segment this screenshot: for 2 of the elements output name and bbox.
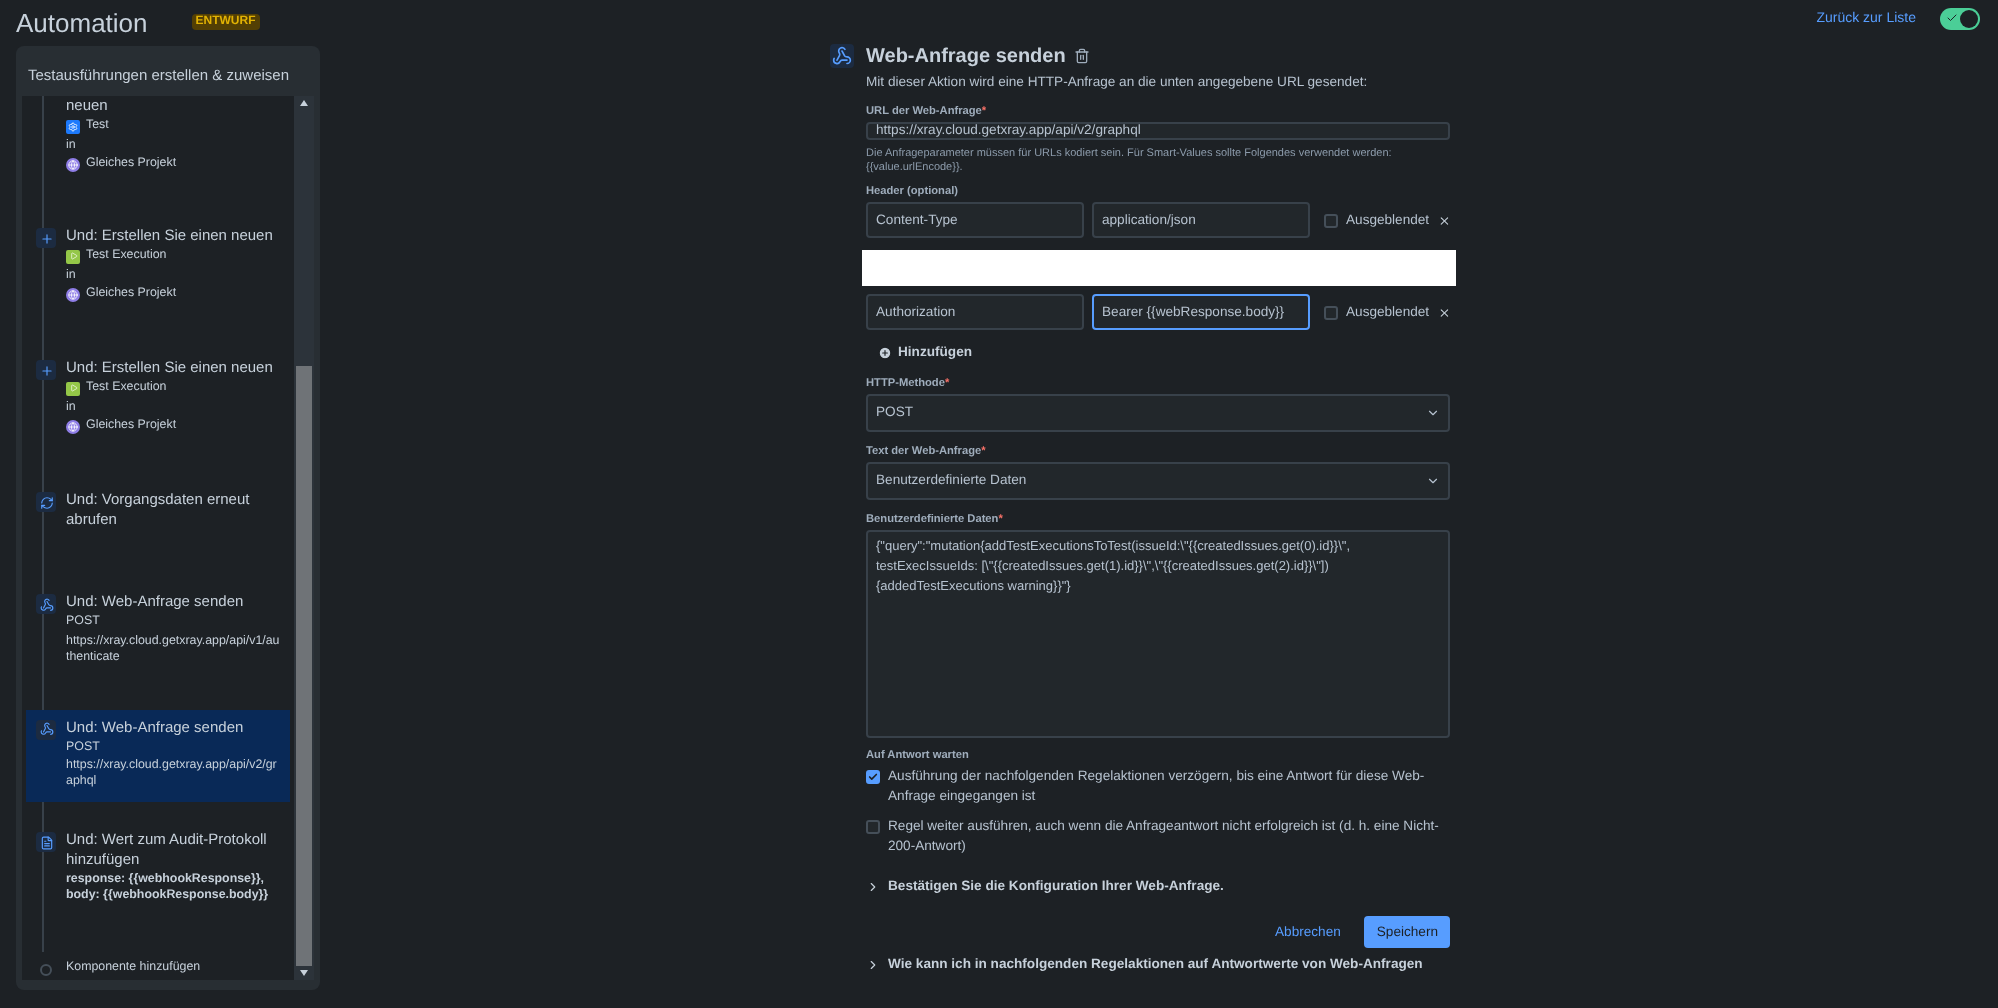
page-title: Automation — [16, 7, 148, 37]
form-title: Web-Anfrage senden — [866, 45, 1066, 67]
